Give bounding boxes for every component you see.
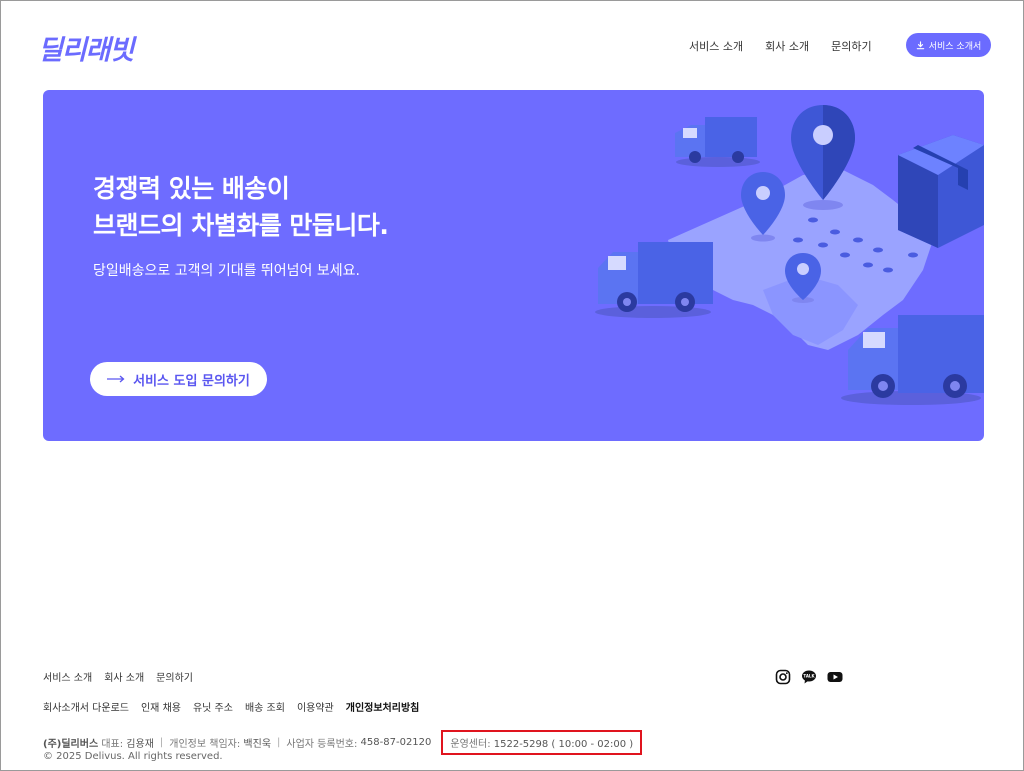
business-number-label: 사업자 등록번호: <box>286 739 358 750</box>
nav-company-intro[interactable]: 회사 소개 <box>765 38 809 54</box>
divider: | <box>277 737 281 748</box>
business-number: 458-87-02120 <box>360 737 432 748</box>
footer-link-terms[interactable]: 이용약관 <box>297 699 334 714</box>
footer-link-contact[interactable]: 문의하기 <box>156 669 193 684</box>
hero-banner: 경쟁력 있는 배송이 브랜드의 차별화를 만듭니다. 당일배송으로 고객의 기대… <box>43 90 984 441</box>
footer-nav-primary: 서비스 소개 회사 소개 문의하기 <box>43 669 193 684</box>
download-brochure-label: 서비스 소개서 <box>928 41 982 52</box>
ceo-name: 김용재 <box>126 739 154 750</box>
hero-title: 경쟁력 있는 배송이 브랜드의 차별화를 만듭니다. <box>93 170 389 244</box>
service-inquiry-label: 서비스 도입 문의하기 <box>133 373 250 389</box>
instagram-icon[interactable] <box>775 669 791 685</box>
copyright: © 2025 Delivus. All rights reserved. <box>43 751 223 762</box>
footer-link-careers[interactable]: 인재 채용 <box>141 699 181 714</box>
nav-service-intro[interactable]: 서비스 소개 <box>689 38 743 54</box>
ceo-label: 대표: <box>101 739 124 750</box>
company-name: (주)딜리버스 <box>43 739 99 750</box>
kakaotalk-icon[interactable]: TALK <box>801 669 817 685</box>
footer-link-service-intro[interactable]: 서비스 소개 <box>43 669 92 684</box>
social-links: TALK <box>775 669 843 685</box>
service-inquiry-button[interactable]: 서비스 도입 문의하기 <box>90 362 267 396</box>
logo[interactable]: 딜리래빗 <box>38 28 134 67</box>
svg-text:TALK: TALK <box>803 674 815 679</box>
footer-link-company-intro[interactable]: 회사 소개 <box>104 669 144 684</box>
operations-center-phone-hours: 1522-5298 ( 10:00 - 02:00 ) <box>493 739 634 750</box>
delivery-map-illustration <box>595 105 984 405</box>
download-brochure-button[interactable]: 서비스 소개서 <box>906 33 991 57</box>
main-nav: 서비스 소개 회사 소개 문의하기 <box>689 38 872 54</box>
privacy-officer-label: 개인정보 책임자: <box>169 739 241 750</box>
footer-link-delivery-tracking[interactable]: 배송 조회 <box>245 699 285 714</box>
hero-title-line2: 브랜드의 차별화를 만듭니다. <box>93 211 389 240</box>
footer-link-unit-address[interactable]: 유닛 주소 <box>193 699 233 714</box>
footer-nav-secondary: 회사소개서 다운로드 인재 채용 유닛 주소 배송 조회 이용약관 개인정보처리… <box>43 699 419 714</box>
nav-contact[interactable]: 문의하기 <box>831 38 871 54</box>
footer-link-privacy-policy[interactable]: 개인정보처리방침 <box>346 699 420 714</box>
youtube-icon[interactable] <box>827 669 843 685</box>
header: 딜리래빗 서비스 소개 회사 소개 문의하기 서비스 소개서 <box>0 0 1024 90</box>
privacy-officer-name: 백진욱 <box>243 739 272 750</box>
arrow-right-icon <box>107 375 125 383</box>
download-icon <box>916 40 924 49</box>
operations-center-label: 운영센터: <box>450 739 491 750</box>
hero-title-line1: 경쟁력 있는 배송이 <box>93 174 290 203</box>
operations-center-highlight: 운영센터: 1522-5298 ( 10:00 - 02:00 ) <box>441 730 643 755</box>
hero-subtitle: 당일배송으로 고객의 기대를 뛰어넘어 보세요. <box>93 263 360 279</box>
divider: | <box>159 737 164 748</box>
footer-link-brochure-download[interactable]: 회사소개서 다운로드 <box>43 699 129 714</box>
